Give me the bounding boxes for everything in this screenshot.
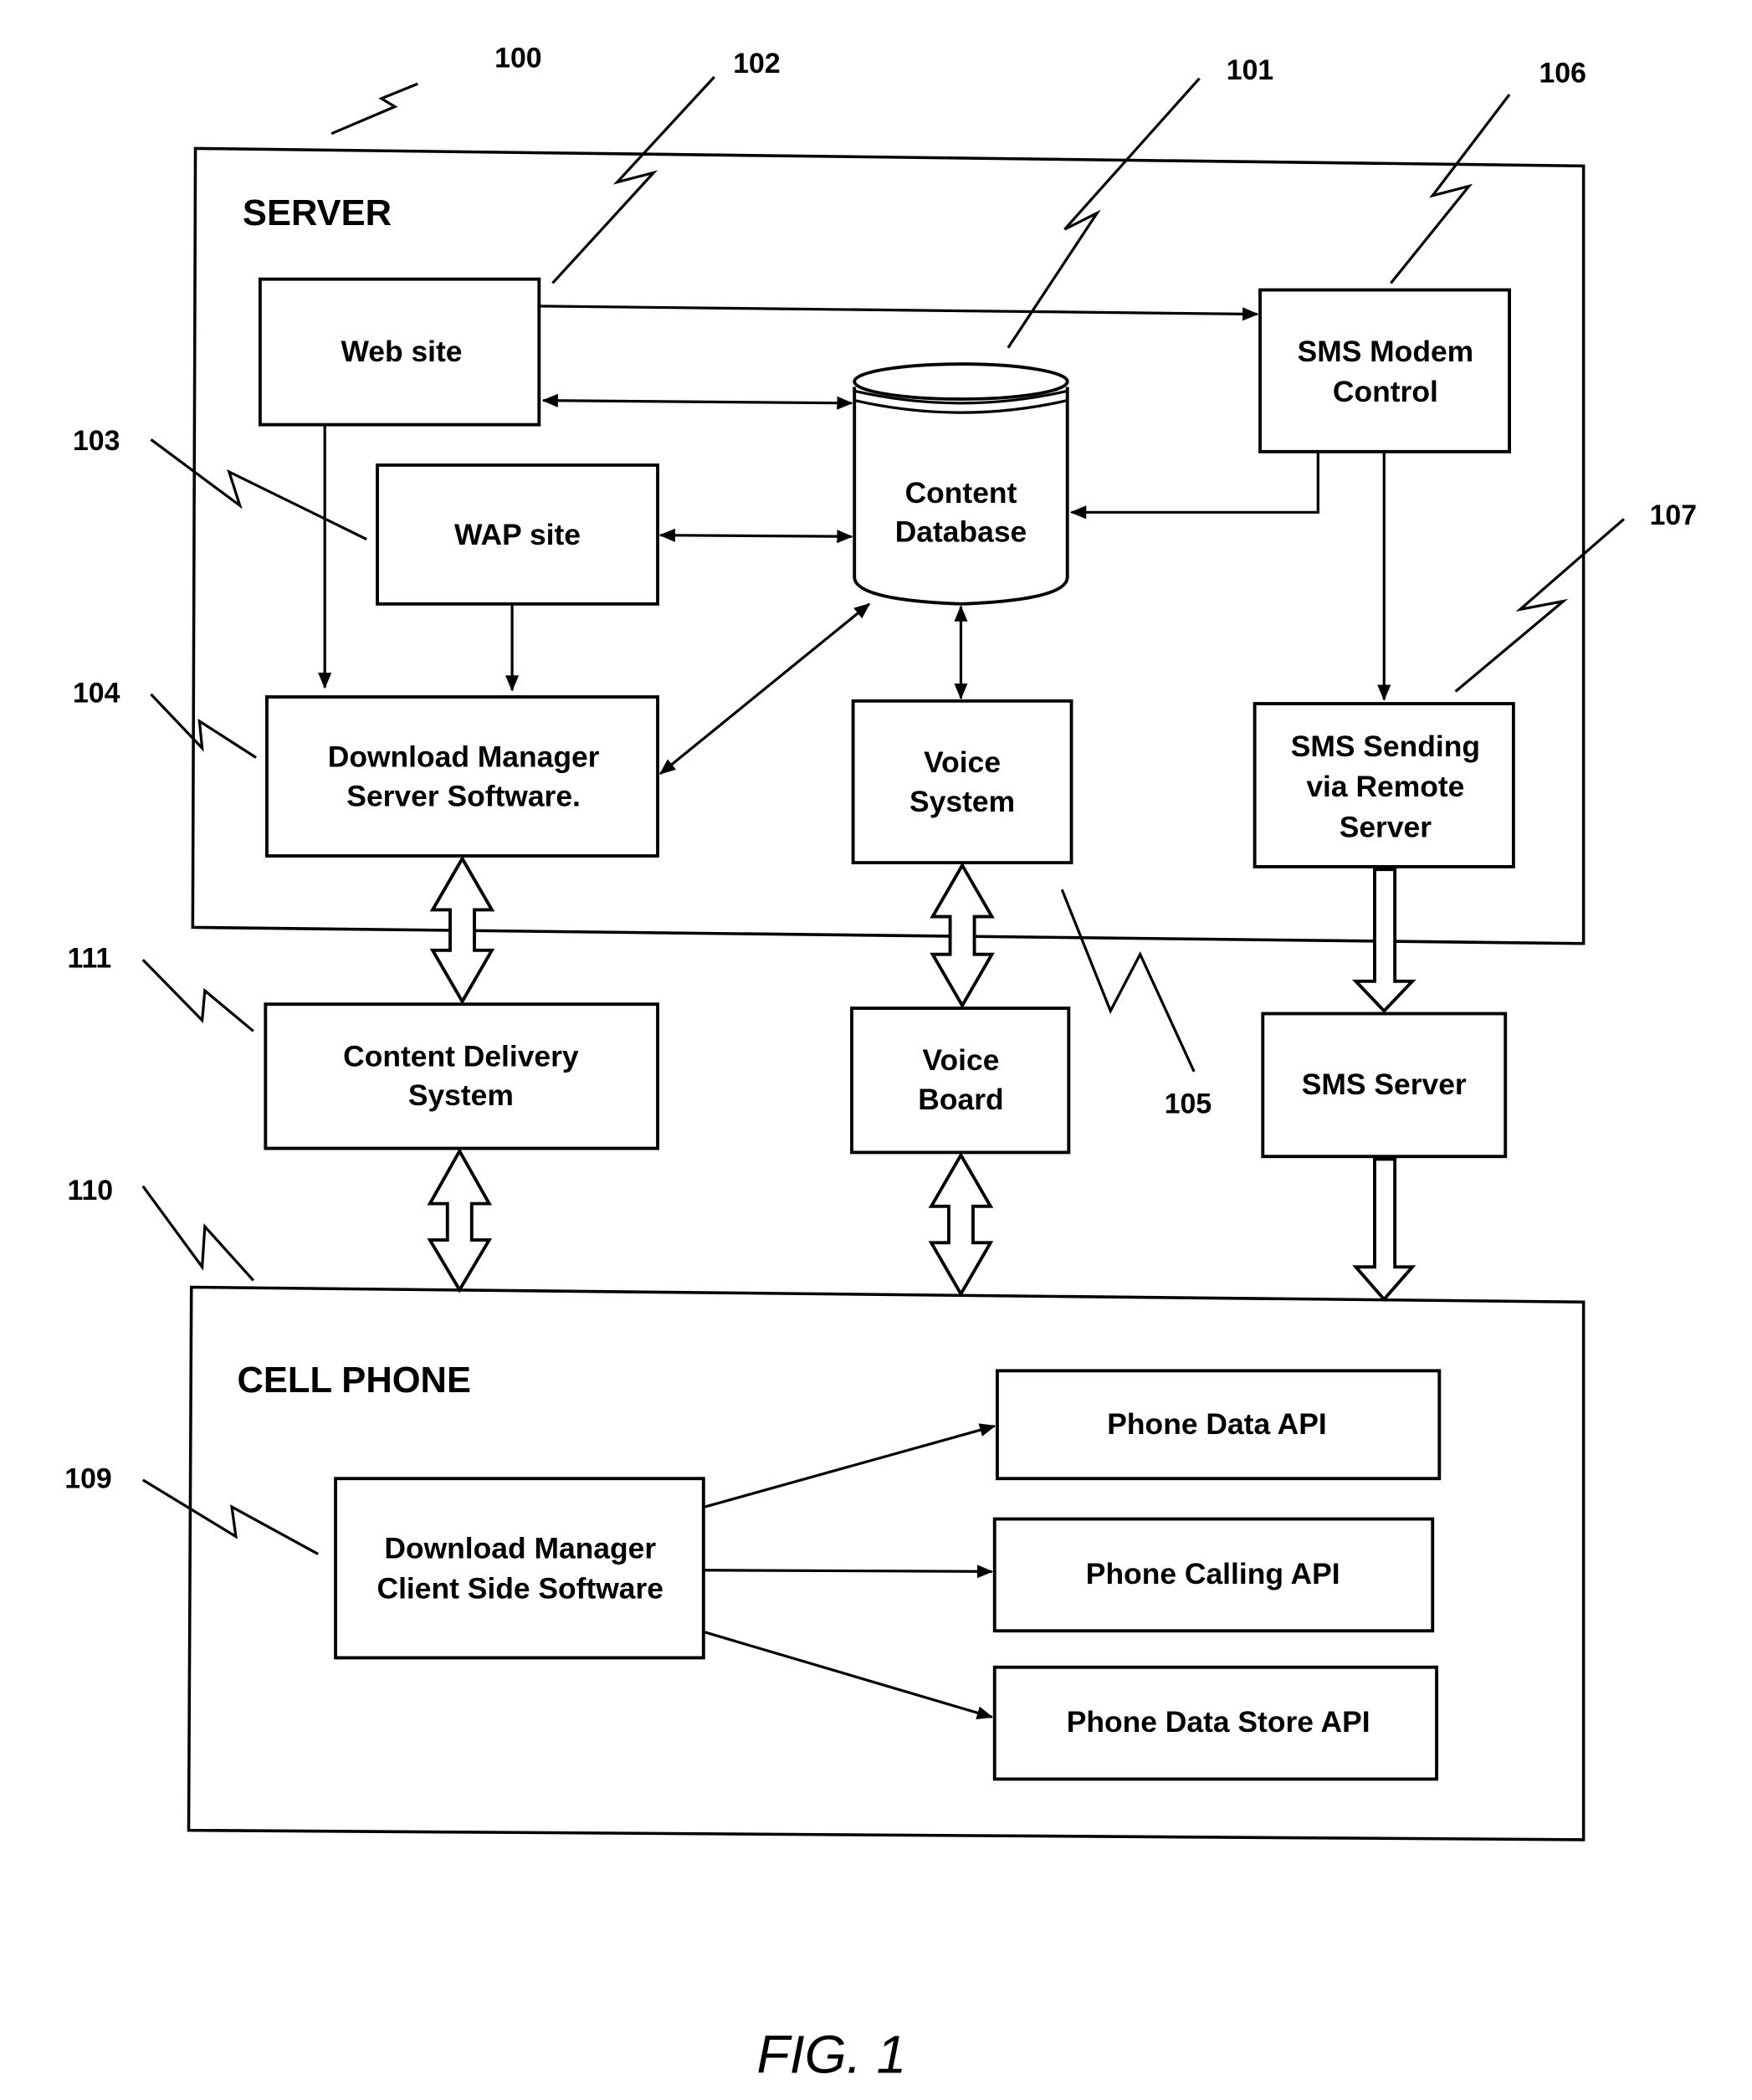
ref-110: 110 (68, 1175, 114, 1206)
phone-data-store-api-box[interactable]: Phone Data Store API (992, 1665, 1439, 1781)
ref-101: 101 (1227, 54, 1273, 86)
download-manager-client-box[interactable]: Download Manager Client Side Software (334, 1477, 705, 1660)
arrow-client-to-calling-api (704, 1565, 994, 1579)
ref-104: 104 (73, 677, 120, 709)
sms-sending-label-line3: Server (1340, 810, 1432, 843)
web-site-label: Web site (341, 335, 463, 368)
dm-client-label-line2: Client Side Software (377, 1572, 663, 1606)
voice-board-label-line2: Board (918, 1083, 1003, 1116)
arrow-wap-db (658, 528, 853, 544)
figure-caption: FIG. 1 (756, 2025, 906, 2085)
leader-106 (1390, 93, 1511, 284)
leader-110 (141, 1185, 255, 1282)
sms-modem-control-box[interactable]: SMS Modem Control (1258, 288, 1511, 453)
arrow-client-to-store-api (704, 1631, 994, 1720)
sms-modem-rect (1258, 288, 1511, 453)
leader-102 (551, 75, 715, 284)
ref-102: 102 (733, 48, 780, 79)
phone-calling-api-label: Phone Calling API (1086, 1557, 1340, 1590)
dm-server-label-line2: Server Software. (346, 779, 581, 812)
arrow-db-dm-server (659, 602, 871, 776)
ref-103: 103 (73, 425, 120, 457)
system-diagram: SERVER CELL PHONE Content Database Web s… (64, 43, 1697, 2085)
sms-sending-box[interactable]: SMS Sending via Remote Server (1253, 702, 1515, 868)
voice-board-rect (850, 1006, 1071, 1155)
leader-107 (1454, 518, 1626, 693)
dm-client-label-line1: Download Manager (384, 1531, 656, 1565)
cds-label-line1: Content Delivery (343, 1039, 579, 1073)
phone-data-store-api-label: Phone Data Store API (1067, 1705, 1370, 1739)
dm-client-rect (334, 1477, 705, 1660)
sms-modem-label-line2: Control (1333, 375, 1438, 408)
web-site-box[interactable]: Web site (258, 277, 541, 427)
cell-phone-title: CELL PHONE (237, 1360, 470, 1401)
voice-board-label-line1: Voice (923, 1043, 1000, 1077)
ref-109: 109 (64, 1463, 111, 1495)
voice-system-box[interactable]: Voice System (851, 699, 1073, 865)
ref-100: 100 (494, 43, 541, 74)
voice-system-label-line2: System (909, 785, 1015, 818)
arrow-client-to-data-api (704, 1423, 996, 1508)
sms-server-box[interactable]: SMS Server (1261, 1012, 1508, 1159)
arrow-sms-modem-to-db (1069, 451, 1319, 520)
ref-111: 111 (68, 943, 112, 975)
wap-site-box[interactable]: WAP site (376, 463, 659, 606)
sms-sending-label-line1: SMS Sending (1291, 730, 1480, 763)
database-top (853, 362, 1069, 401)
wide-arrow-voice-board-phone (928, 1151, 994, 1298)
database-label-line1: Content (905, 476, 1017, 510)
content-delivery-system-box[interactable]: Content Delivery System (264, 1002, 659, 1150)
cds-rect (264, 1002, 659, 1150)
sms-sending-label-line2: via Remote (1306, 770, 1464, 803)
leader-101 (1007, 77, 1201, 349)
dm-server-rect (264, 695, 659, 858)
content-database[interactable]: Content Database (853, 362, 1069, 606)
database-label-line2: Database (895, 515, 1027, 549)
sms-modem-label-line1: SMS Modem (1298, 335, 1474, 368)
download-manager-server-box[interactable]: Download Manager Server Software. (264, 695, 659, 858)
phone-calling-api-box[interactable]: Phone Calling API (992, 1517, 1435, 1633)
arrow-web-to-sms-modem (539, 305, 1259, 321)
leader-103 (150, 438, 367, 540)
voice-board-box[interactable]: Voice Board (850, 1006, 1071, 1155)
leader-105 (1060, 889, 1196, 1073)
leader-104 (150, 693, 257, 759)
ref-106: 106 (1539, 57, 1586, 89)
ref-105: 105 (1165, 1088, 1212, 1120)
cds-label-line2: System (408, 1078, 514, 1112)
server-title: SERVER (243, 193, 392, 233)
wide-arrow-cds-phone (427, 1147, 493, 1293)
leader-111 (141, 958, 254, 1032)
dm-server-label-line1: Download Manager (328, 740, 600, 774)
voice-system-rect (851, 699, 1073, 865)
leader-109 (141, 1478, 319, 1555)
voice-system-label-line1: Voice (924, 745, 1001, 779)
arrow-web-db (541, 393, 853, 410)
wap-site-label: WAP site (454, 518, 581, 551)
ref-107: 107 (1650, 499, 1697, 531)
sms-server-label: SMS Server (1302, 1068, 1467, 1101)
leader-100 (330, 82, 418, 136)
phone-data-api-box[interactable]: Phone Data API (996, 1369, 1442, 1481)
phone-data-api-label: Phone Data API (1107, 1407, 1326, 1441)
wide-arrow-sms-server-phone (1352, 1157, 1416, 1302)
